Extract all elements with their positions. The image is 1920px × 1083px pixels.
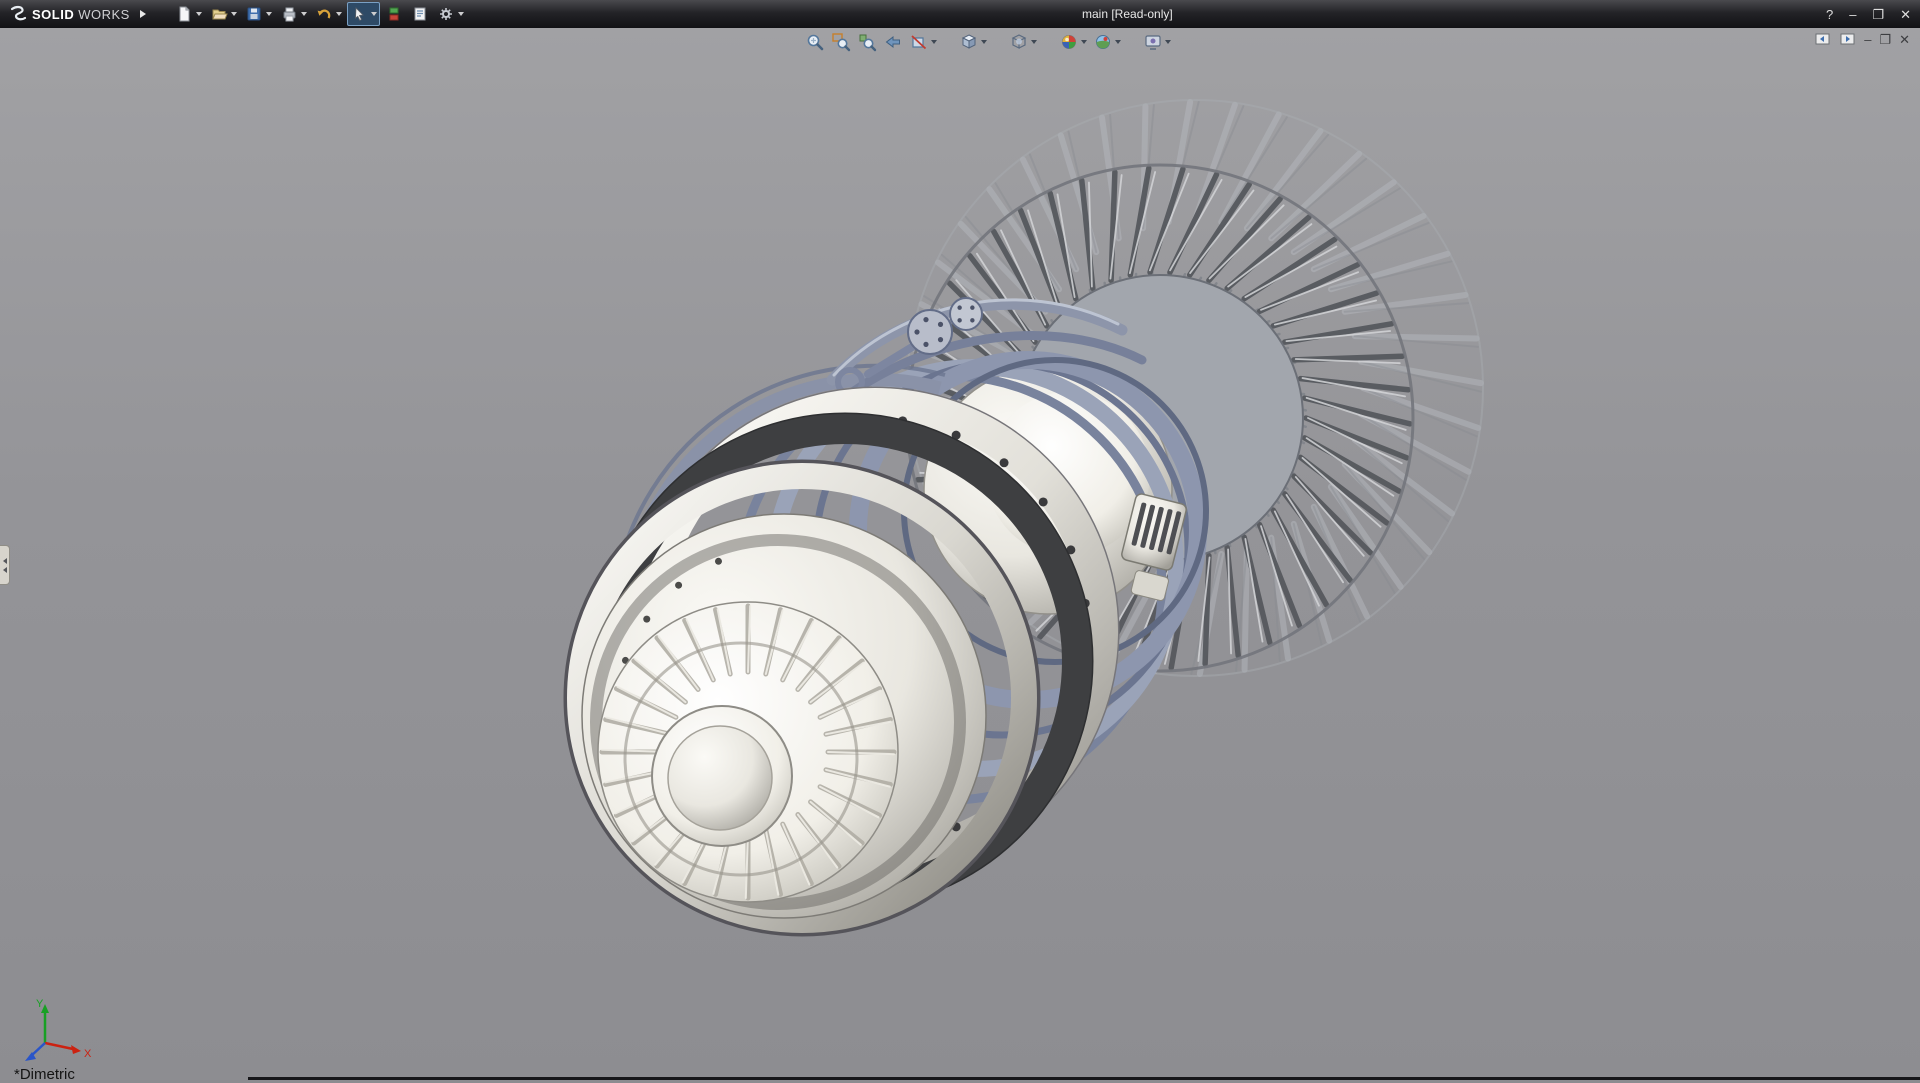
viewport-canvas[interactable]: Y X: [0, 28, 1920, 1080]
restore-button[interactable]: ❐: [1869, 6, 1887, 23]
section-view-icon: [909, 32, 929, 52]
file-properties-icon: [411, 5, 429, 23]
menu-expand-arrow-icon[interactable]: [140, 10, 146, 18]
zoom-to-area-icon: [831, 32, 851, 52]
expand-left-panel-icon: [3, 567, 7, 573]
document-close-button[interactable]: ✕: [1899, 33, 1910, 46]
show-left-pane-button[interactable]: [1814, 31, 1831, 47]
dropdown-caret-icon[interactable]: [336, 12, 342, 16]
zoom-to-area-button[interactable]: [828, 30, 854, 54]
close-button[interactable]: ✕: [1897, 6, 1914, 23]
document-restore-button[interactable]: ❐: [1879, 33, 1891, 46]
expand-left-panel-icon: [3, 558, 7, 564]
solidworks-logo-mark: [8, 5, 28, 23]
minimize-button[interactable]: –: [1846, 6, 1859, 23]
display-style-button[interactable]: [1006, 30, 1040, 54]
titlebar: SOLID WORKS: [0, 0, 1920, 28]
undo-arrow-icon: [315, 5, 333, 23]
apply-scene-button[interactable]: [1090, 30, 1124, 54]
rebuild-button[interactable]: [382, 2, 406, 26]
dropdown-caret-icon[interactable]: [371, 12, 377, 16]
print-button[interactable]: [277, 2, 310, 26]
undo-button[interactable]: [312, 2, 345, 26]
dropdown-caret-icon[interactable]: [1031, 40, 1037, 44]
zoom-to-selection-button[interactable]: [854, 30, 880, 54]
view-settings-icon: [1143, 32, 1163, 52]
new-document-icon: [175, 5, 193, 23]
edit-appearance-ball-icon: [1059, 32, 1079, 52]
open-button[interactable]: [207, 2, 240, 26]
headsup-view-toolbar: [802, 30, 1174, 54]
new-document-button[interactable]: [172, 2, 205, 26]
dropdown-caret-icon[interactable]: [1081, 40, 1087, 44]
view-orientation-button[interactable]: [956, 30, 990, 54]
select-cursor-icon: [350, 5, 368, 23]
previous-view-button[interactable]: [880, 30, 906, 54]
brand-text-light: WORKS: [78, 7, 130, 22]
file-properties-button[interactable]: [408, 2, 432, 26]
save-button[interactable]: [242, 2, 275, 26]
options-gear-icon: [437, 5, 455, 23]
section-view-button[interactable]: [906, 30, 940, 54]
options-button[interactable]: [434, 2, 467, 26]
dropdown-caret-icon[interactable]: [1115, 40, 1121, 44]
dropdown-caret-icon[interactable]: [458, 12, 464, 16]
save-floppy-icon: [245, 5, 263, 23]
document-window-controls: – ❐ ✕: [1814, 31, 1910, 47]
pane-left-icon: [1814, 31, 1831, 47]
window-controls: ? – ❐ ✕: [1823, 0, 1914, 28]
triad-x-label: X: [84, 1048, 92, 1060]
help-button[interactable]: ?: [1823, 6, 1836, 23]
view-orientation-cube-icon: [959, 32, 979, 52]
window-title: main [Read-only]: [1082, 7, 1173, 21]
dropdown-caret-icon[interactable]: [931, 40, 937, 44]
menu-bar-toolbar: [172, 2, 467, 26]
zoom-to-fit-button[interactable]: [802, 30, 828, 54]
apply-scene-icon: [1093, 32, 1113, 52]
dropdown-caret-icon[interactable]: [301, 12, 307, 16]
dropdown-caret-icon[interactable]: [1165, 40, 1171, 44]
dropdown-caret-icon[interactable]: [196, 12, 202, 16]
graphics-viewport[interactable]: Y X: [0, 28, 1920, 1080]
dropdown-caret-icon[interactable]: [266, 12, 272, 16]
pane-right-icon: [1839, 31, 1856, 47]
dropdown-caret-icon[interactable]: [981, 40, 987, 44]
solidworks-logo[interactable]: SOLID WORKS: [0, 0, 154, 28]
previous-view-icon: [883, 32, 903, 52]
zoom-to-selection-icon: [857, 32, 877, 52]
edit-appearance-button[interactable]: [1056, 30, 1090, 54]
open-folder-icon: [210, 5, 228, 23]
show-right-pane-button[interactable]: [1839, 31, 1856, 47]
featuremanager-collapsed-tab[interactable]: [0, 545, 10, 585]
triad-y-label: Y: [36, 998, 44, 1010]
engine-model: [566, 100, 1483, 934]
brand-text-bold: SOLID: [32, 7, 74, 22]
select-button[interactable]: [347, 2, 380, 26]
display-style-icon: [1009, 32, 1029, 52]
view-orientation-label: *Dimetric: [14, 1066, 75, 1083]
zoom-to-fit-icon: [805, 32, 825, 52]
rebuild-icon: [385, 5, 403, 23]
orientation-triad: Y X: [25, 998, 92, 1061]
dropdown-caret-icon[interactable]: [231, 12, 237, 16]
print-icon: [280, 5, 298, 23]
document-minimize-button[interactable]: –: [1864, 33, 1871, 46]
view-settings-button[interactable]: [1140, 30, 1174, 54]
